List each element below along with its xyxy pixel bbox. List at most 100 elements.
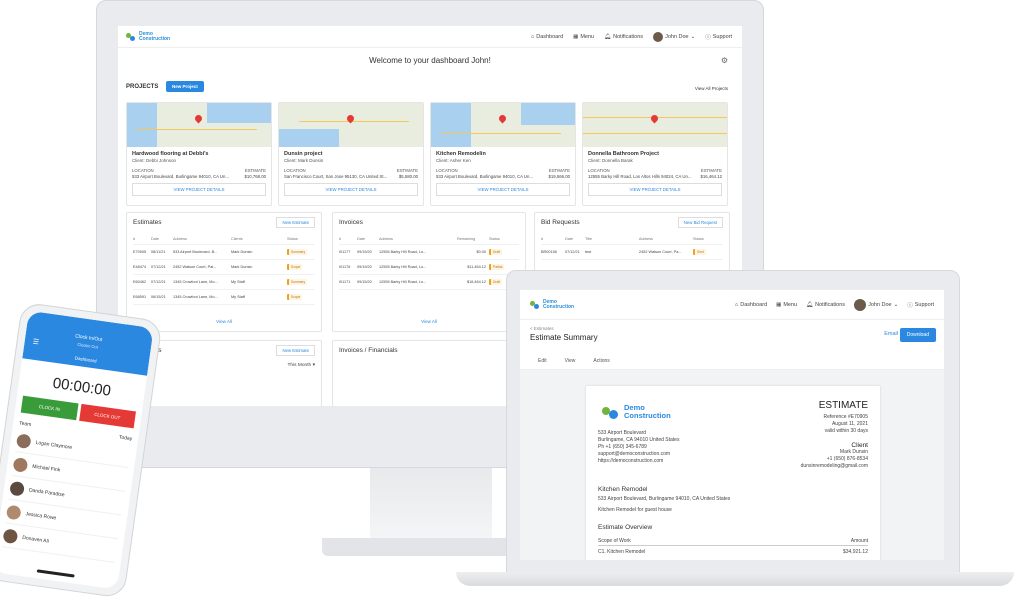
table-row[interactable]: I01171 09/15/20 12555 Barky Hill Road, Lo.… [339, 275, 519, 290]
logo-mark-icon [530, 300, 540, 309]
member-name: Michael Fink [31, 463, 61, 474]
table-row[interactable]: E60462 07/12/21 1345 Crowfoot Lane, Mo... M… [133, 275, 315, 290]
view-all-projects-link[interactable]: View All Projects [695, 86, 728, 91]
project-card[interactable]: Donnella Bathroom Project Client: Donnel… [582, 102, 728, 206]
home-icon: ⌂ [530, 33, 535, 40]
location-label: LOCATION [132, 168, 154, 173]
member-name: Donaven Ali [21, 534, 50, 545]
status-badge: Scope [287, 294, 303, 300]
bell-icon: 🔔︎ [806, 301, 814, 308]
doc-logo-line2: Construction [624, 411, 671, 420]
cell: E68591 [133, 295, 147, 299]
cell: My Staff [231, 280, 245, 284]
breadcrumb[interactable]: < Estimates [530, 326, 554, 331]
table-row[interactable]: BR00156 07/12/21 test 2452 Watson Court, Pa… [541, 245, 723, 260]
table-row[interactable]: E70905 08/11/21 533 Airport Boulevard, B..… [133, 245, 315, 260]
user-menu[interactable]: John Doe ⌄ [653, 31, 695, 42]
map-pin-icon [649, 113, 660, 124]
project-card[interactable]: Kitchen Remodelin Client: Asher Ken LOCA… [430, 102, 576, 206]
logo-mark-icon [602, 405, 620, 419]
gear-icon[interactable]: ⚙ [721, 56, 728, 65]
user-name: John Doe [665, 33, 689, 40]
help-icon: ⓘ [907, 302, 913, 309]
clock-in-button[interactable]: CLOCK IN [20, 395, 79, 421]
nav-notifications[interactable]: 🔔︎ Notifications [604, 34, 643, 40]
col-header: Status [693, 236, 704, 241]
cell: 12555 Barky Hill Road, Lo... [379, 265, 427, 269]
logo-text-line2: Construction [543, 303, 575, 310]
nav-dashboard[interactable]: ⌂ Dashboard [735, 302, 767, 308]
project-map [583, 103, 727, 147]
new-bid-request-button[interactable]: New Bid Request [677, 217, 723, 228]
invoices-panel: Invoices # Date Address Remaining Status I01… [332, 212, 526, 332]
nav-dashboard[interactable]: ⌂ Dashboard [531, 34, 563, 40]
nav-dashboard-label: Dashboard [536, 33, 564, 40]
laptop-top-navigation: Demo Construction ⌂ Dashboard ▦ Menu 🔔︎ Noti… [520, 290, 944, 320]
company-email: support@democonstruction.com [598, 451, 671, 457]
period-select-value: This Month [287, 363, 312, 368]
cell: Mark Dunsin [231, 265, 253, 269]
welcome-title: Welcome to your dashboard John! [369, 56, 491, 65]
project-card[interactable]: Dunsin project Client: Mark Dunsin LOCAT… [278, 102, 424, 206]
action-tabs: Edit View Actions [520, 352, 944, 370]
tab-edit[interactable]: Edit [538, 358, 547, 364]
project-client: Client: Asher Ken [436, 158, 471, 163]
period-select[interactable]: This Month ▾ [288, 363, 316, 368]
logo-mark-icon [126, 32, 136, 41]
project-title: Kitchen Remodelin [436, 151, 486, 157]
view-project-details-button[interactable]: VIEW PROJECT DETAILS [132, 183, 266, 196]
line-item-amount: $34,921.12 [842, 549, 868, 555]
col-header: # [339, 236, 342, 241]
project-address: 533 Airport Boulevard, Burlingame 94010,… [598, 496, 731, 502]
cell: I01176 [339, 265, 351, 269]
table-row[interactable]: I01177 09/19/20 12555 Barky Hill Road, Lo.… [339, 245, 519, 260]
avatar [5, 504, 22, 520]
location-label: LOCATION [284, 168, 306, 173]
bell-icon: 🔔︎ [604, 33, 612, 40]
client-phone: +1 (650) 876-8534 [826, 456, 868, 462]
brand-logo[interactable]: Demo Construction [530, 299, 575, 310]
nav-support[interactable]: ⓘ Support [907, 301, 934, 309]
user-menu[interactable]: John Doe ⌄ [854, 298, 898, 311]
email-button[interactable]: Email [884, 331, 898, 337]
project-estimate: $16,464.12 [700, 174, 722, 179]
table-row[interactable]: E48474 07/12/21 2452 Watson Court, Pal... M… [133, 260, 315, 275]
cell: 12555 Barky Hill Road, Lo... [379, 280, 427, 284]
clock-out-button[interactable]: CLOCK OUT [78, 403, 136, 429]
project-map [431, 103, 575, 147]
estimates-panel: Estimates New Estimate # Date Address Clien… [126, 212, 322, 332]
tab-view[interactable]: View [565, 358, 576, 364]
project-card[interactable]: Hardwood flooring at Debbi's Client: Deb… [126, 102, 272, 206]
new-project-button[interactable]: New Project [166, 81, 204, 92]
view-project-details-button[interactable]: VIEW PROJECT DETAILS [436, 183, 570, 196]
new-estimate-button-2[interactable]: New Estimate [276, 345, 315, 356]
table-row[interactable]: E68591 06/15/21 1345 Crowfoot Lane, Mo... M… [133, 290, 315, 305]
nav-menu[interactable]: ▦ Menu [776, 302, 797, 308]
tab-actions[interactable]: Actions [593, 358, 609, 364]
project-estimate: $5,580.00 [398, 174, 418, 179]
view-all-invoices-link[interactable]: View All [333, 319, 525, 324]
scope-column-header: Scope of Work [598, 538, 631, 544]
view-project-details-button[interactable]: VIEW PROJECT DETAILS [588, 183, 722, 196]
col-header: Clients [231, 236, 243, 241]
grid-icon: ▦ [776, 301, 782, 308]
col-header: Status [489, 236, 500, 241]
brand-logo[interactable]: Demo Construction [126, 31, 170, 42]
nav-links: ⌂ Dashboard ▦ Menu 🔔︎ Notifications John Do… [735, 298, 934, 311]
estimates-table: # Date Address Clients Status E70905 08/11/21… [133, 233, 315, 305]
cell: $11,464.12 [467, 265, 486, 269]
view-project-details-button[interactable]: VIEW PROJECT DETAILS [284, 183, 418, 196]
view-all-estimates-link[interactable]: View All [127, 319, 321, 324]
company-address-line: 533 Airport Boulevard [598, 430, 647, 436]
user-name: John Doe [868, 301, 892, 308]
download-button[interactable]: Download [899, 328, 936, 342]
col-header: Title [585, 236, 593, 241]
table-row[interactable]: I01176 09/19/20 12555 Barky Hill Road, Lo.… [339, 260, 519, 275]
cell: test [585, 250, 592, 254]
nav-notifications[interactable]: 🔔︎ Notifications [806, 302, 845, 308]
nav-menu[interactable]: ▦ Menu [573, 34, 594, 40]
new-estimate-button[interactable]: New Estimate [276, 217, 315, 228]
today-label: Today [118, 434, 133, 443]
nav-support[interactable]: ⓘ Support [705, 33, 732, 41]
status-badge: Scope [287, 264, 303, 270]
